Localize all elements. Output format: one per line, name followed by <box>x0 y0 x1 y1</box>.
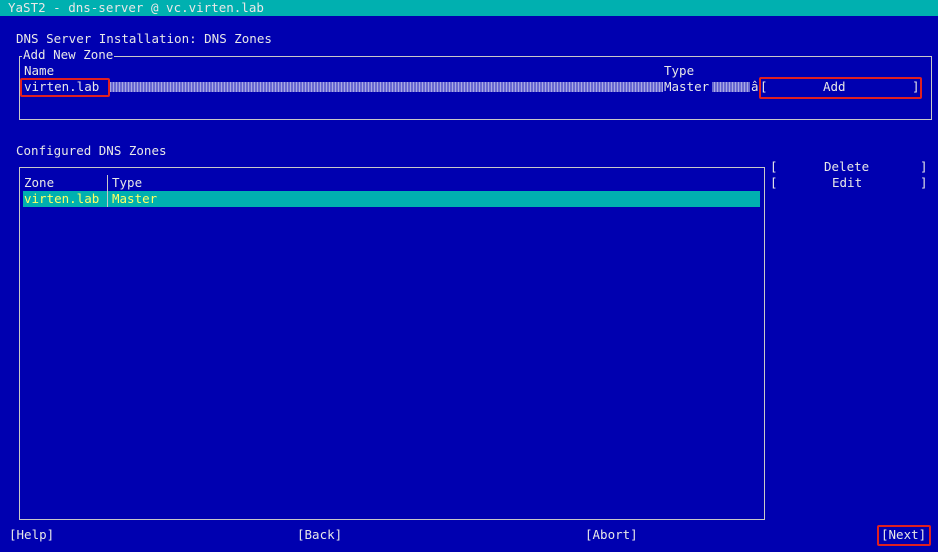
page-title: DNS Server Installation: DNS Zones <box>16 31 272 46</box>
zone-type-combo[interactable]: Master <box>664 79 709 95</box>
edit-button-left-bracket: [ <box>770 175 778 190</box>
window-title: YaST2 - dns-server @ vc.virten.lab <box>8 0 264 15</box>
zones-table[interactable] <box>19 167 765 520</box>
column-header-type[interactable]: Type <box>112 175 142 191</box>
column-separator <box>107 191 108 207</box>
edit-button-right-bracket: ] <box>920 175 928 190</box>
combo-arrow-icon[interactable]: â <box>751 79 759 95</box>
next-button-annotation <box>877 525 931 546</box>
column-header-zone[interactable]: Zone <box>24 175 54 191</box>
back-button[interactable]: [Back] <box>297 527 342 543</box>
delete-button-right-bracket: ] <box>920 159 928 174</box>
table-cell-type: Master <box>112 191 158 206</box>
configured-zones-label: Configured DNS Zones <box>16 143 167 158</box>
add-button-annotation <box>759 77 922 99</box>
add-zone-group-title: Add New Zone <box>22 47 115 63</box>
table-cell-zone: virten.lab <box>24 191 100 206</box>
column-separator <box>107 175 108 191</box>
delete-button-left-bracket: [ <box>770 159 778 174</box>
edit-button[interactable]: Edit <box>832 175 862 191</box>
zone-name-label: Name <box>24 63 55 78</box>
help-button[interactable]: [Help] <box>9 527 54 543</box>
window-titlebar: YaST2 - dns-server @ vc.virten.lab <box>0 0 938 16</box>
zone-name-field-fill <box>108 82 663 92</box>
abort-button[interactable]: [Abort] <box>585 527 638 543</box>
zone-type-fill <box>712 82 750 92</box>
delete-button[interactable]: Delete <box>824 159 869 175</box>
name-input-annotation <box>20 78 110 97</box>
zone-type-label: Type <box>664 63 695 78</box>
